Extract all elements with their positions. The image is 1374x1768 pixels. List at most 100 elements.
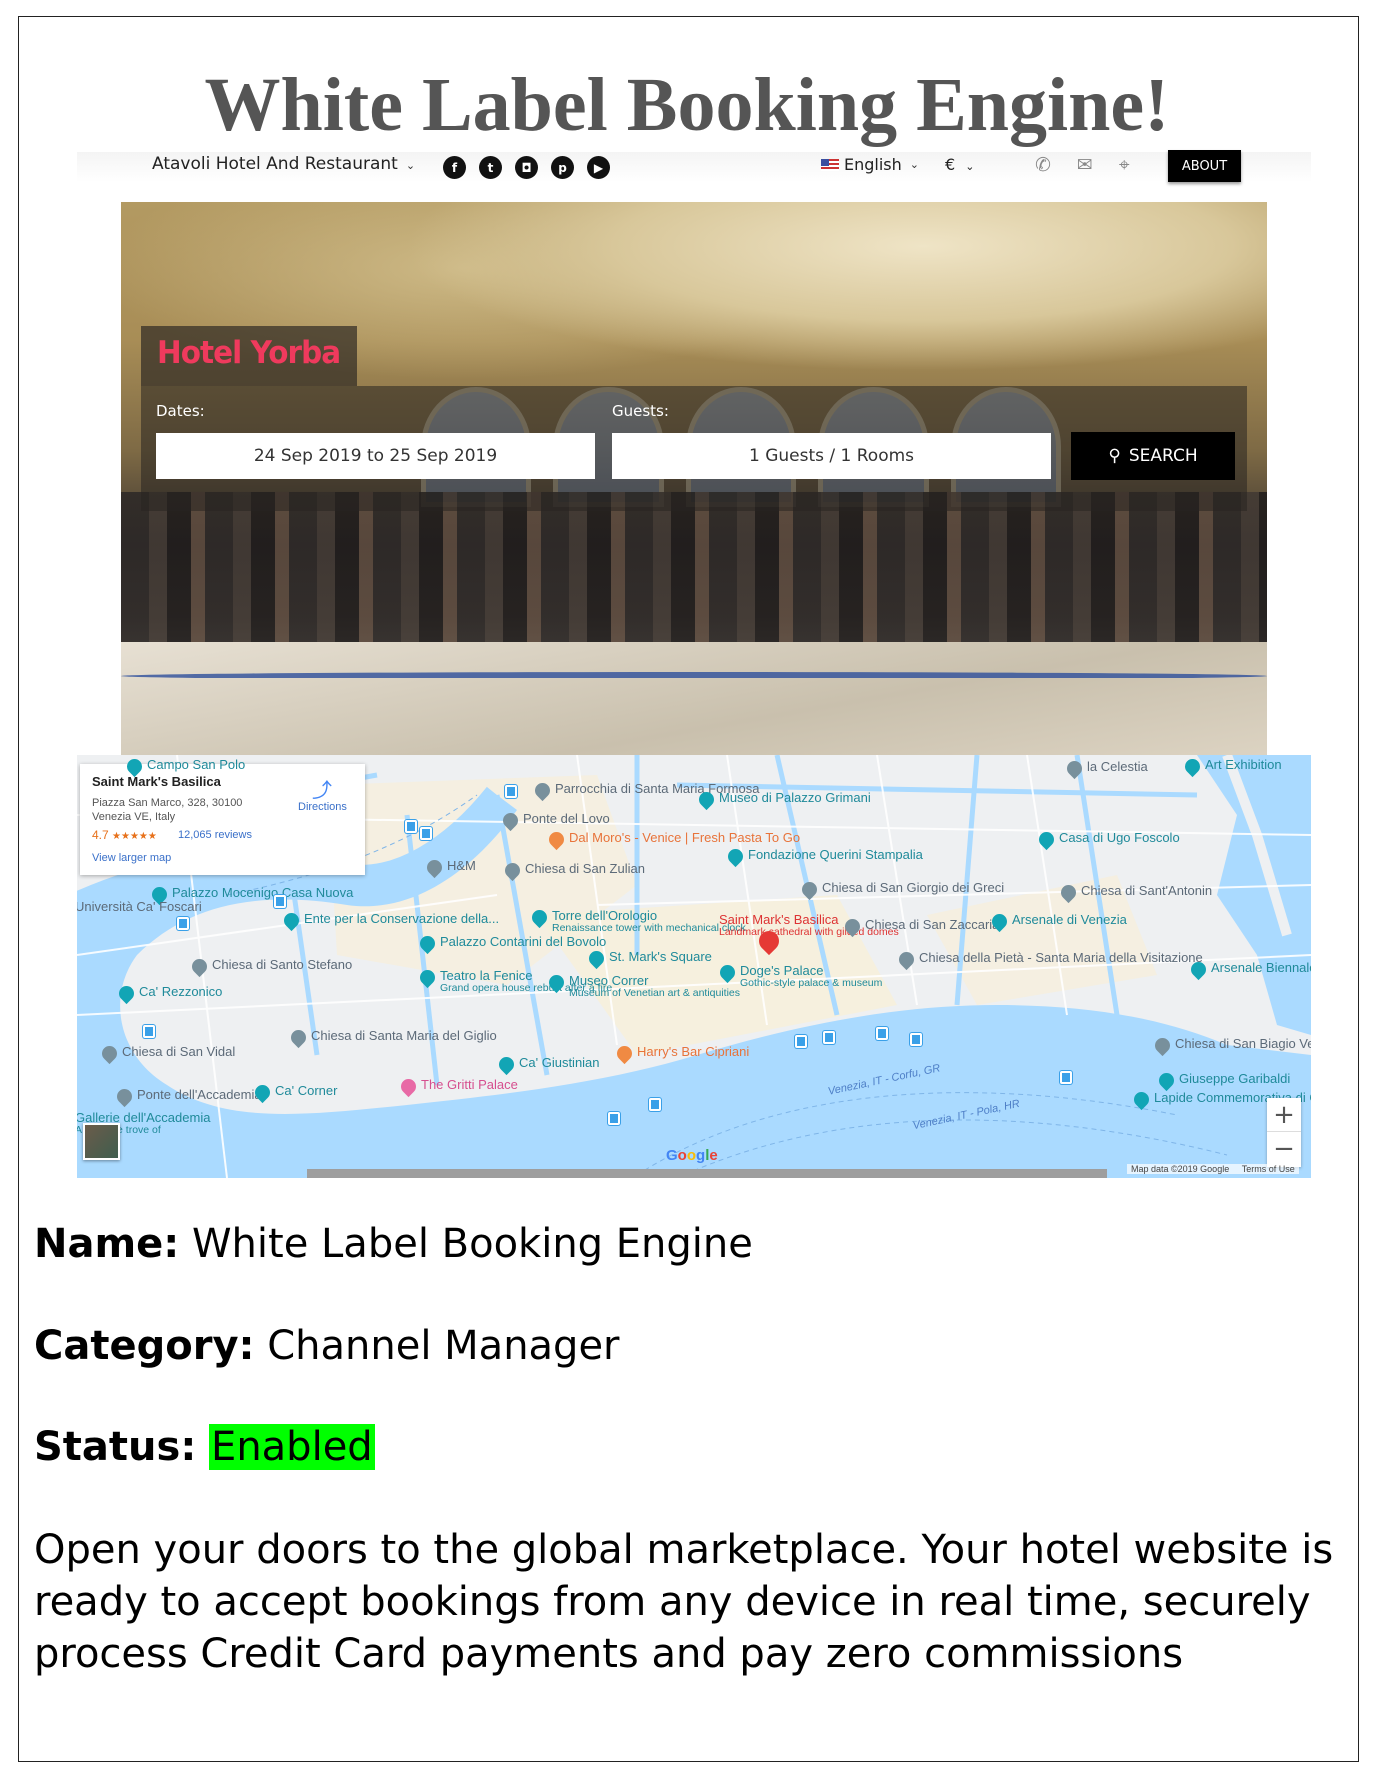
about-button[interactable]: ABOUT	[1168, 150, 1241, 182]
hotel-selector[interactable]: Atavoli Hotel And Restaurant ⌄	[152, 154, 415, 174]
pinterest-icon[interactable]: p	[551, 156, 574, 179]
map-label[interactable]: Chiesa di Santo Stefano	[212, 958, 352, 972]
map-label-text: Arsenale di Venezia	[1012, 912, 1127, 927]
map-label[interactable]: Ponte del Lovo	[523, 812, 610, 826]
hero-crowd-decor	[121, 492, 1267, 662]
map-label[interactable]: Palazzo Mocenigo Casa Nuova	[172, 886, 353, 900]
map-label-text: Chiesa di San Zaccaria	[865, 917, 1000, 932]
map-label[interactable]: Palazzo Contarini del Bovolo	[440, 935, 606, 949]
embedded-map[interactable]: Saint Mark's Basilica Piazza San Marco, …	[77, 755, 1311, 1178]
guests-input[interactable]: 1 Guests / 1 Rooms	[612, 433, 1051, 479]
map-label[interactable]: Ente per la Conservazione della...	[304, 912, 499, 926]
map-label[interactable]: Chiesa di Santa Maria del Giglio	[311, 1029, 497, 1043]
map-label[interactable]: Campo San Polo	[147, 758, 245, 772]
reviews-link[interactable]: 12,065 reviews	[178, 829, 252, 841]
map-label[interactable]: Art Exhibition	[1205, 758, 1282, 772]
zoom-in-button[interactable]: +	[1267, 1098, 1301, 1132]
hotel-name-label: Atavoli Hotel And Restaurant	[152, 154, 398, 174]
ferry-stop-icon	[177, 917, 189, 930]
dates-input[interactable]: 24 Sep 2019 to 25 Sep 2019	[156, 433, 595, 479]
instagram-icon[interactable]: ◘	[515, 156, 538, 179]
map-label-text: Teatro la Fenice	[440, 968, 533, 983]
directions-link[interactable]: Directions	[298, 801, 347, 813]
directions-icon[interactable]: ⤴	[312, 774, 332, 803]
language-label: English	[844, 155, 902, 174]
map-label[interactable]: Doge's Palace Gothic-style palace & museu…	[740, 964, 882, 989]
website-top-nav: Atavoli Hotel And Restaurant ⌄ f t ◘ p ▶ …	[77, 150, 1311, 182]
category-value: Channel Manager	[267, 1323, 620, 1369]
map-label[interactable]: Museo di Palazzo Grimani	[719, 791, 871, 805]
map-label-subtitle: Museum of Venetian art & antiquities	[569, 986, 741, 999]
map-label-text: Ca' Rezzonico	[139, 984, 223, 999]
search-button[interactable]: ⚲ SEARCH	[1071, 432, 1235, 480]
map-label-text: Art Exhibition	[1205, 757, 1282, 772]
map-label[interactable]: Ca' Rezzonico	[139, 985, 222, 999]
map-label-text: Torre dell'Orologio	[552, 908, 658, 923]
map-data-label: Map data ©2019 Google	[1131, 1164, 1230, 1174]
map-label[interactable]: Museo Correr Museum of Venetian art & ant…	[569, 974, 740, 999]
name-value: White Label Booking Engine	[192, 1221, 753, 1267]
contact-icons: ✆ ✉ ⌖	[1035, 154, 1130, 176]
map-label[interactable]: Chiesa di Sant'Antonin	[1081, 884, 1212, 898]
location-pin-icon[interactable]: ⌖	[1119, 154, 1130, 176]
map-label-text: Palazzo Mocenigo Casa Nuova	[172, 885, 354, 900]
map-label[interactable]: Ponte dell'Accademia	[137, 1088, 262, 1102]
map-label[interactable]: The Gritti Palace	[421, 1078, 518, 1092]
currency-label: €	[945, 155, 956, 174]
ferry-stop-icon	[910, 1033, 922, 1046]
facebook-icon[interactable]: f	[443, 156, 466, 179]
ferry-stop-icon	[420, 827, 432, 840]
terms-of-use-link[interactable]: Terms of Use	[1242, 1164, 1295, 1174]
map-label-text: Fondazione Querini Stampalia	[748, 847, 923, 862]
map-label-text: Doge's Palace	[740, 963, 824, 978]
map-label[interactable]: St. Mark's Square	[609, 950, 712, 964]
mail-icon[interactable]: ✉	[1077, 154, 1093, 176]
map-label-text: Chiesa di San Biagio Vescovo	[1175, 1036, 1311, 1051]
map-label[interactable]: Università Ca' Foscari	[77, 900, 202, 914]
language-selector[interactable]: English ⌄	[821, 155, 919, 174]
map-label[interactable]: Chiesa della Pietà - Santa Maria della V…	[919, 951, 1203, 965]
map-label[interactable]: H&M	[447, 859, 476, 873]
map-label[interactable]: la Celestia	[1087, 760, 1148, 774]
twitter-icon[interactable]: t	[479, 156, 502, 179]
map-label[interactable]: Dal Moro's - Venice | Fresh Pasta To Go	[569, 831, 800, 845]
map-label[interactable]: Chiesa di San Biagio Vescovo	[1175, 1037, 1311, 1051]
map-label[interactable]: Torre dell'Orologio Renaissance tower wit…	[552, 909, 746, 934]
dates-label: Dates:	[156, 402, 205, 420]
search-button-label: SEARCH	[1128, 446, 1198, 466]
map-label[interactable]: Giuseppe Garibaldi	[1179, 1072, 1290, 1086]
hotel-brand-logo: Hotel Yorba	[157, 335, 341, 371]
map-label-subtitle: Gothic-style palace & museum	[740, 976, 883, 989]
map-label[interactable]: Harry's Bar Cipriani	[637, 1045, 749, 1059]
ferry-stop-icon	[608, 1112, 620, 1125]
map-label-text: Museo di Palazzo Grimani	[719, 790, 871, 805]
map-label-text: Dal Moro's - Venice | Fresh Pasta To Go	[569, 830, 801, 845]
map-label[interactable]: Arsenale di Venezia	[1012, 913, 1127, 927]
chevron-down-icon: ⌄	[965, 160, 975, 173]
currency-selector[interactable]: € ⌄	[945, 155, 975, 174]
category-label: Category:	[34, 1323, 255, 1369]
ferry-stop-icon	[649, 1098, 661, 1111]
phone-icon[interactable]: ✆	[1035, 154, 1051, 176]
view-larger-map-link[interactable]: View larger map	[92, 852, 171, 864]
map-label[interactable]: Ca' Corner	[275, 1084, 337, 1098]
satellite-toggle[interactable]	[83, 1123, 120, 1160]
map-label[interactable]: Chiesa di San Zulian	[525, 862, 645, 876]
map-label-text: Ca' Corner	[275, 1083, 338, 1098]
map-label-subtitle: Renaissance tower with mechanical clock	[552, 921, 746, 934]
status-row: Status: Enabled	[34, 1424, 375, 1470]
status-label: Status:	[34, 1424, 197, 1470]
map-label[interactable]: Fondazione Querini Stampalia	[748, 848, 923, 862]
map-label[interactable]: Ca' Giustinian	[519, 1056, 600, 1070]
zoom-out-button[interactable]: −	[1267, 1132, 1301, 1166]
map-label[interactable]: Chiesa di San Giorgio dei Greci	[822, 881, 1004, 895]
map-label-text: Harry's Bar Cipriani	[637, 1044, 750, 1059]
name-label: Name:	[34, 1221, 180, 1267]
map-label-text: H&M	[447, 858, 476, 873]
map-label[interactable]: Chiesa di San Zaccaria	[865, 918, 999, 932]
map-label[interactable]: Arsenale Biennale di Venezia	[1211, 961, 1311, 975]
youtube-icon[interactable]: ▶	[587, 156, 610, 179]
map-label[interactable]: Casa di Ugo Foscolo	[1059, 831, 1180, 845]
map-label-text: Museo Correr	[569, 973, 649, 988]
map-label[interactable]: Chiesa di San Vidal	[122, 1045, 235, 1059]
